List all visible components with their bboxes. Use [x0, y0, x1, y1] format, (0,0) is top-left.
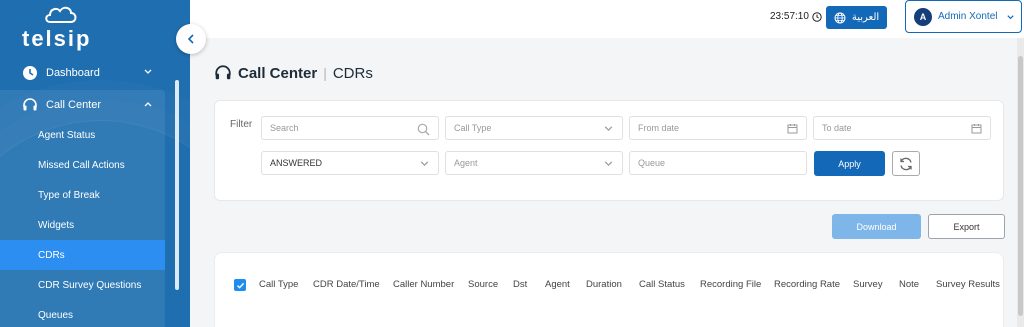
page-scrollbar-thumb[interactable] [1018, 56, 1023, 316]
top-bar: 23:57:10 العربية A Admin Xontel [190, 0, 1024, 38]
cloud-logo-icon [45, 6, 77, 23]
call-status-value: ANSWERED [270, 158, 323, 168]
user-menu[interactable]: A Admin Xontel [905, 0, 1022, 33]
call-type-select[interactable]: Call Type [445, 116, 623, 140]
chevron-down-icon [604, 126, 613, 132]
table-header-row: Call Type CDR Date/Time Caller Number So… [215, 273, 1003, 295]
export-button[interactable]: Export [928, 214, 1005, 239]
to-date-input[interactable]: To date [813, 116, 991, 140]
from-date-input[interactable]: From date [629, 116, 807, 140]
page-heading: Call Center | CDRs [214, 64, 373, 82]
sidebar-nav: Dashboard Call Center Agent Status Misse… [0, 58, 165, 327]
cdr-table: Call Type CDR Date/Time Caller Number So… [214, 252, 1004, 327]
sidebar-item-label: Dashboard [46, 67, 100, 79]
queue-input[interactable]: Queue [629, 151, 807, 175]
time-text: 23:57:10 [770, 11, 809, 22]
column-header-note[interactable]: Note [899, 279, 919, 290]
sidebar-item-dashboard[interactable]: Dashboard [0, 58, 165, 88]
sidebar-subitem-cdr-survey-questions[interactable]: CDR Survey Questions [0, 270, 165, 300]
agent-placeholder: Agent [454, 158, 478, 168]
chevron-down-icon [420, 161, 429, 167]
column-header-call-status[interactable]: Call Status [639, 279, 685, 290]
headset-icon [22, 97, 38, 113]
column-header-caller-number[interactable]: Caller Number [393, 279, 454, 290]
sidebar-item-label: Call Center [46, 99, 102, 111]
column-header-source[interactable]: Source [468, 279, 498, 290]
clock-display: 23:57:10 [770, 11, 822, 22]
search-placeholder: Search [270, 123, 299, 133]
sidebar-subitem-type-of-break[interactable]: Type of Break [0, 180, 165, 210]
heading-separator: | [323, 65, 327, 81]
language-button[interactable]: العربية [826, 6, 887, 29]
sidebar-group-call-center: Call Center Agent Status Missed Call Act… [0, 90, 165, 327]
download-button[interactable]: Download [832, 214, 921, 239]
logo-text: telsip [22, 26, 92, 51]
sidebar-subitem-queues[interactable]: Queues [0, 300, 165, 327]
headset-icon [215, 65, 231, 80]
sidebar-subitem-missed-call-actions[interactable]: Missed Call Actions [0, 150, 165, 180]
sidebar-subitem-widgets[interactable]: Widgets [0, 210, 165, 240]
filter-label: Filter [230, 119, 253, 130]
collapse-sidebar-button[interactable] [176, 24, 206, 54]
app-logo[interactable]: telsip [22, 6, 102, 51]
from-date-placeholder: From date [638, 123, 680, 133]
column-header-recording-rate[interactable]: Recording Rate [774, 279, 840, 290]
clock-icon [22, 65, 38, 81]
to-date-placeholder: To date [822, 123, 852, 133]
column-header-call-type[interactable]: Call Type [259, 279, 298, 290]
call-type-placeholder: Call Type [454, 123, 492, 133]
clock-icon [812, 11, 822, 22]
chevron-down-icon [604, 161, 613, 167]
calendar-icon [971, 124, 982, 134]
call-status-select[interactable]: ANSWERED [261, 151, 439, 175]
page-subtitle: CDRs [332, 64, 373, 82]
checkmark-icon [236, 282, 244, 289]
column-header-agent[interactable]: Agent [545, 279, 570, 290]
chevron-left-icon [187, 34, 194, 44]
column-header-survey-results[interactable]: Survey Results [936, 279, 1000, 290]
language-label: العربية [851, 12, 880, 23]
sidebar-subitem-cdrs[interactable]: CDRs [0, 240, 165, 270]
apply-button[interactable]: Apply [814, 151, 885, 176]
search-input[interactable]: Search [261, 116, 439, 140]
select-all-checkbox[interactable] [234, 279, 246, 291]
page-scrollbar[interactable] [1017, 38, 1024, 327]
calendar-icon [787, 124, 798, 134]
column-header-survey[interactable]: Survey [853, 279, 883, 290]
sidebar-scrollbar[interactable] [175, 80, 179, 290]
page-title: Call Center [238, 64, 318, 82]
globe-icon [834, 12, 846, 23]
filter-panel: Filter Search Call Type From date To dat… [214, 100, 1004, 201]
column-header-cdr-date-time[interactable]: CDR Date/Time [313, 279, 380, 290]
chevron-down-icon [144, 69, 152, 74]
refresh-button[interactable] [892, 151, 920, 176]
search-icon [417, 123, 430, 136]
refresh-icon [900, 157, 912, 170]
column-header-duration[interactable]: Duration [586, 279, 622, 290]
sidebar: telsip Dashboard Call Center Agent Statu… [0, 0, 190, 327]
queue-placeholder: Queue [638, 158, 666, 168]
sidebar-item-call-center[interactable]: Call Center [0, 90, 165, 120]
chevron-up-icon [144, 102, 152, 107]
chevron-down-icon [1007, 15, 1014, 20]
agent-select[interactable]: Agent [445, 151, 623, 175]
column-header-dst[interactable]: Dst [513, 279, 527, 290]
avatar: A [914, 7, 932, 26]
column-header-recording-file[interactable]: Recording File [700, 279, 761, 290]
user-name: Admin Xontel [938, 11, 998, 22]
sidebar-subitem-agent-status[interactable]: Agent Status [0, 120, 165, 150]
